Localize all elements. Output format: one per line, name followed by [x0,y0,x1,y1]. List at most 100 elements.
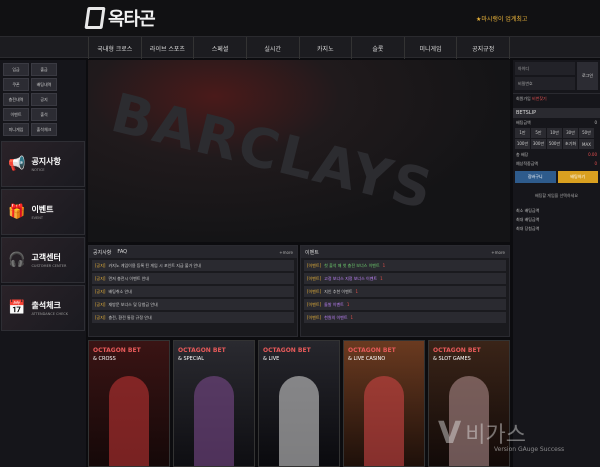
quick-minigame-button[interactable]: 미니게임 [3,123,29,136]
quick-bet-history-button[interactable]: 배팅내역 [31,78,57,91]
game-card-cross[interactable]: OCTAGON BET & CROSS [88,340,170,467]
password-field[interactable]: 비밀번호 [515,77,575,90]
logo-text: 옥타곤 [108,9,156,30]
row-text: 고정 보너스 지정 보너스 이벤트 [324,275,378,281]
quick-withdraw-button[interactable]: 출금 [31,63,57,76]
nav-item-minigame[interactable]: 미니게임 [403,37,457,59]
amount-chips: 1만 5만 10만 30만 50만 100만 300만 500만 초기화 MAX [513,127,600,150]
quick-notice-button[interactable]: 공지 [31,93,57,106]
octagon-logo-icon [84,7,106,29]
right-sidebar: 아이디 비밀번호 로그인 회원가입 비번찾기 BETSLIP 배팅금액 0 1만 … [513,60,600,467]
quick-menu-grid: 입금 출금 쿠폰 배팅내역 충전내역 공지 이벤트 출석 미니게임 출석체크 [0,60,86,139]
max-chip-button[interactable]: MAX [579,139,594,149]
total-odds-row: 총 배당 0.00 [513,150,600,159]
calendar-icon: 📅 [8,300,26,316]
list-item[interactable]: [공지] 배팅취소 안내 [92,286,294,297]
promo-sub: CUSTOMER CENTER [31,264,67,268]
place-bet-button[interactable]: 배팅하기 [557,171,598,183]
nav-item-cross[interactable]: 국내형 크로스 [88,37,141,59]
login-button[interactable]: 로그인 [577,62,598,90]
list-item[interactable]: [이벤트] 천원의 이벤트 1 [304,312,506,323]
promo-title: 이벤트 [31,205,54,214]
watermark-name: 비가스 [465,423,526,448]
list-item[interactable]: [공지] 재방문 보너스 및 당첨금 안내 [92,299,294,310]
list-item[interactable]: [공지] 충전, 환전 통장 규정 안내 [92,312,294,323]
row-label: 최대 배팅금액 [516,216,540,222]
quick-deposit-button[interactable]: 입금 [3,63,29,76]
game-card-special[interactable]: OCTAGON BET & SPECIAL [173,340,255,467]
empty-slip-message: 배팅할 게임을 선택하세요 [534,193,579,198]
left-sidebar: 입금 출금 쿠폰 배팅내역 충전내역 공지 이벤트 출석 미니게임 출석체크 📢… [0,60,86,467]
login-box: 아이디 비밀번호 로그인 [513,60,600,94]
tab-faq[interactable]: FAQ [117,249,127,255]
row-tag: [공지] [95,262,106,268]
gift-icon: 🎁 [8,204,26,220]
expected-win-row: 예상적중금액 0 [513,159,600,168]
card-brand: OCTAGON BET [433,347,481,354]
nav-item-live-sports[interactable]: 라이브 스포츠 [140,37,194,59]
tab-event[interactable]: 이벤트 [305,249,319,256]
megaphone-icon: 📢 [8,156,26,172]
quick-coupon-button[interactable]: 쿠폰 [3,78,29,91]
row-text: 먼저 충전시 이벤트 안내 [108,275,150,281]
cart-button[interactable]: 장바구니 [515,171,556,183]
quick-attendance-button[interactable]: 출석 [31,108,57,121]
chip-button[interactable]: 5만 [531,128,546,138]
card-brand: OCTAGON BET [93,347,141,354]
account-links: 회원가입 비번찾기 [513,94,600,104]
list-item[interactable]: [이벤트] 첫 출석 매 첫 충전 보너스 이벤트 1 [304,260,506,271]
chip-button[interactable]: 1만 [515,128,530,138]
hero-banner[interactable]: BARCLAYS [88,60,510,242]
game-card-live-casino[interactable]: OCTAGON BET & LIVE CASINO [343,340,425,467]
list-item[interactable]: [이벤트] 지인 추천 이벤트 1 [304,286,506,297]
quick-charge-history-button[interactable]: 충전내역 [3,93,29,106]
chip-button[interactable]: 30만 [563,128,578,138]
watermark: V 비가스 Version GAuge Success [438,408,588,458]
betslip-actions: 장바구니 배팅하기 [513,168,600,186]
watermark-tagline: Version GAuge Success [494,446,565,453]
promo-customer-center[interactable]: 🎧 고객센터 CUSTOMER CENTER [1,237,85,283]
row-value: 0.00 [588,152,597,157]
quick-check-button[interactable]: 출석체크 [31,123,57,136]
nav-item-casino[interactable]: 카지노 [298,37,352,59]
card-label: & LIVE CASINO [348,356,386,362]
list-item[interactable]: [공지] 먼저 충전시 이벤트 안내 [92,273,294,284]
nav-item-realtime[interactable]: 실시간 [245,37,299,59]
promo-notice[interactable]: 📢 공지사항 NOTICE [1,141,85,187]
tab-notice[interactable]: 공지사항 [93,249,111,256]
promo-sub: NOTICE [31,168,45,172]
nav-item-slot[interactable]: 슬롯 [351,37,404,59]
chip-button[interactable]: 100만 [515,139,530,149]
list-item[interactable]: [이벤트] 고정 보너스 지정 보너스 이벤트 1 [304,273,506,284]
list-item[interactable]: [이벤트] 돌발 이벤트 1 [304,299,506,310]
chip-button[interactable]: 500만 [547,139,562,149]
row-text: 천원의 이벤트 [324,314,348,320]
promo-event[interactable]: 🎁 이벤트 EVENT [1,189,85,235]
signup-link[interactable]: 회원가입 [516,96,531,101]
reset-chip-button[interactable]: 초기화 [563,139,578,149]
nav-item-rules[interactable]: 공지규정 [456,37,510,59]
dealer-figure [364,376,404,466]
row-label: 최대 당첨금액 [516,225,540,231]
chip-button[interactable]: 50만 [579,128,594,138]
chip-button[interactable]: 300만 [531,139,546,149]
list-item[interactable]: [공지] 카지노 게임이용 등록 된 게임 시 포인트 지급 불가 안내 [92,260,294,271]
username-field[interactable]: 아이디 [515,62,575,75]
quick-event-button[interactable]: 이벤트 [3,108,29,121]
event-more-link[interactable]: +more [491,250,505,255]
game-card-live[interactable]: OCTAGON BET & LIVE [258,340,340,467]
nav-item-special[interactable]: 스페셜 [193,37,246,59]
chip-button[interactable]: 10만 [547,128,562,138]
card-label: & LIVE [263,356,280,362]
card-brand: OCTAGON BET [178,347,226,354]
card-label: & CROSS [93,356,116,362]
betslip: BETSLIP 배팅금액 0 1만 5만 10만 30만 50만 100만 300… [513,108,600,233]
promo-attendance[interactable]: 📅 출석체크 ATTENDANCE CHECK [1,285,85,331]
row-tag: [공지] [95,301,106,307]
site-logo[interactable]: 옥타곤 [84,6,156,30]
row-label: 배팅금액 [516,119,531,125]
row-text: 첫 출석 매 첫 충전 보너스 이벤트 [324,262,380,268]
notice-more-link[interactable]: +more [279,250,293,255]
find-password-link[interactable]: 비번찾기 [532,96,547,101]
row-tag: [공지] [95,275,106,281]
